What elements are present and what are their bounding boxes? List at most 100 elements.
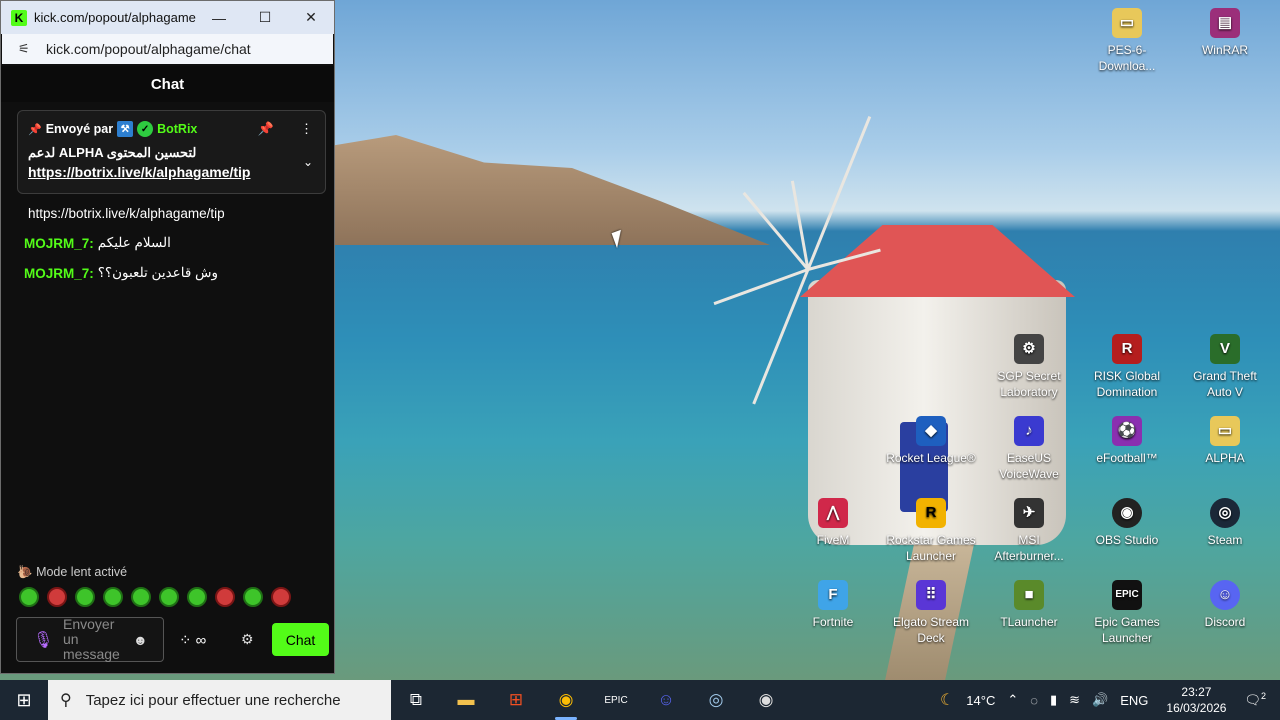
emote-icon[interactable] (131, 587, 151, 607)
emote-icon[interactable] (215, 587, 235, 607)
emote-icon[interactable] (103, 587, 123, 607)
usb-icon[interactable]: ▮ (1050, 692, 1057, 708)
window-titlebar[interactable]: K kick.com/popout/alphagame... — ☐ ✕ (1, 1, 334, 34)
volume-icon[interactable]: 🔊 (1092, 692, 1108, 708)
desktop-icon[interactable]: V Grand Theft Auto V (1180, 334, 1270, 400)
desktop-icon[interactable]: ◆ Rocket League® (886, 416, 976, 466)
chat-username[interactable]: MOJRM_7: (24, 266, 94, 281)
afterburner-icon: ✈ (1014, 498, 1044, 528)
more-options-icon[interactable]: ⋮ (300, 121, 313, 137)
pinned-message-link[interactable]: https://botrix.live/k/alphagame/tip (28, 164, 315, 180)
pin-icon: 📌 (28, 123, 42, 136)
bot-username[interactable]: BotRix (157, 122, 197, 136)
folder-icon: ▭ (1210, 416, 1240, 446)
fortnite-icon: F (818, 580, 848, 610)
address-bar[interactable]: ⚟ kick.com/popout/alphagame/chat (2, 34, 333, 64)
desktop-icon[interactable]: ▭ ALPHA (1180, 416, 1270, 466)
pinned-message[interactable]: 📌 Envoyé par ⚒ ✓ BotRix 📌 ⋮ لدعم ALPHA ل… (17, 110, 326, 194)
tray-app-icon[interactable]: ◌ (1030, 693, 1038, 708)
send-chat-button[interactable]: Chat (272, 623, 329, 656)
epic-games-icon[interactable]: EPIC (591, 680, 641, 720)
emote-icon[interactable] (159, 587, 179, 607)
emoji-picker-icon[interactable]: ☻ (133, 632, 148, 648)
chevron-down-icon[interactable]: ⌄ (303, 155, 313, 169)
pin-toggle-icon[interactable]: 📌 (258, 121, 274, 137)
maximize-icon[interactable]: ☐ (242, 1, 288, 34)
chat-text[interactable]: https://botrix.live/k/alphagame/tip (28, 206, 225, 221)
microphone-icon[interactable]: 🎙 (33, 630, 53, 650)
obs-taskbar-icon[interactable]: ◉ (741, 680, 791, 720)
chrome-icon[interactable]: ◉ (541, 680, 591, 720)
notifications-icon[interactable]: 🗨2 (1244, 691, 1266, 708)
steam-taskbar-icon[interactable]: ◎ (691, 680, 741, 720)
emote-bar (19, 587, 291, 607)
emote-icon[interactable] (243, 587, 263, 607)
date: 16/03/2026 (1166, 701, 1227, 715)
weather-moon-icon[interactable]: ☾ (940, 690, 954, 710)
desktop-icon[interactable]: ♪ EaseUS VoiceWave (984, 416, 1074, 482)
microsoft-store-icon[interactable]: ⊞ (491, 680, 541, 720)
desktop-icon[interactable]: ⋀ FiveM (788, 498, 878, 548)
system-tray: ☾ 14°C ⌃ ◌ ▮ ≋ 🔊 ENG 23:27 16/03/2026 🗨2 (934, 680, 1280, 720)
desktop-icon[interactable]: ⚙ SGP Secret Laboratory (984, 334, 1074, 400)
sent-by-label: Envoyé par (45, 122, 114, 136)
desktop-icon[interactable]: R Rockstar Games Launcher (886, 498, 976, 564)
windows-start-icon[interactable]: ⊞ (0, 680, 48, 720)
file-explorer-icon[interactable]: ▬ (441, 680, 491, 720)
wifi-icon[interactable]: ≋ (1069, 692, 1080, 708)
gear-icon[interactable]: ⚙ (241, 631, 254, 648)
desktop-icon[interactable]: ◉ OBS Studio (1082, 498, 1172, 548)
infinity-icon[interactable]: ∞ (196, 632, 207, 649)
search-placeholder: Tapez ici pour effectuer une recherche (85, 691, 341, 709)
tray-chevron-up-icon[interactable]: ⌃ (1007, 692, 1018, 708)
discord-taskbar-icon[interactable]: ☺ (641, 680, 691, 720)
taskbar: ⊞ ⚲ Tapez ici pour effectuer une recherc… (0, 680, 1280, 720)
chat-text: السلام عليكم (97, 235, 171, 250)
chat-username[interactable]: MOJRM_7: (24, 236, 94, 251)
desktop-icon[interactable]: R RISK Global Domination (1082, 334, 1172, 400)
scp-icon: ⚙ (1014, 334, 1044, 364)
desktop-icon[interactable]: ⚽ eFootball™ (1082, 416, 1172, 466)
coastal-hill (330, 135, 770, 245)
desktop-icon[interactable]: F Fortnite (788, 580, 878, 630)
desktop-icon[interactable]: ▤ WinRAR (1180, 8, 1270, 58)
emote-icon[interactable] (187, 587, 207, 607)
clock[interactable]: 23:27 16/03/2026 (1166, 684, 1226, 716)
kicks-icon[interactable]: ⁘ (179, 631, 192, 649)
task-view-icon[interactable]: ⧉ (391, 680, 441, 720)
chat-message-input[interactable]: 🎙 Envoyer un message ☻ (16, 617, 164, 662)
input-placeholder: Envoyer un message (63, 616, 120, 662)
emote-icon[interactable] (75, 587, 95, 607)
chat-message-list: https://botrix.live/k/alphagame/tip MOJR… (1, 194, 334, 288)
desktop-icon[interactable]: ▭ PES-6-Downloa... (1082, 8, 1172, 74)
language-indicator[interactable]: ENG (1120, 693, 1148, 708)
desktop-icon[interactable]: ⠿ Elgato Stream Deck (886, 580, 976, 646)
desktop-icon[interactable]: EPIC Epic Games Launcher (1082, 580, 1172, 646)
windmill-sail (790, 180, 810, 270)
risk-icon: R (1112, 334, 1142, 364)
epic-icon: EPIC (1112, 580, 1142, 610)
desktop-icon[interactable]: ■ TLauncher (984, 580, 1074, 630)
chat-message: MOJRM_7: وش قاعدين تلعبون؟؟ (24, 258, 334, 288)
site-settings-icon[interactable]: ⚟ (18, 41, 34, 57)
windmill-sail (752, 268, 810, 405)
temperature[interactable]: 14°C (966, 693, 995, 708)
pinned-message-text: لدعم ALPHA لتحسين المحتوى (28, 145, 197, 160)
chat-text: وش قاعدين تلعبون؟؟ (97, 265, 219, 280)
time: 23:27 (1181, 685, 1212, 699)
desktop-icon[interactable]: ✈ MSI Afterburner... (984, 498, 1074, 564)
close-icon[interactable]: ✕ (288, 1, 334, 34)
url-text[interactable]: kick.com/popout/alphagame/chat (46, 41, 251, 57)
folder-icon: ▭ (1112, 8, 1142, 38)
desktop-icon[interactable]: ☺ Discord (1180, 580, 1270, 630)
taskbar-search[interactable]: ⚲ Tapez ici pour effectuer une recherche (48, 680, 391, 720)
window-title: kick.com/popout/alphagame... (34, 10, 196, 25)
emote-icon[interactable] (19, 587, 39, 607)
emote-icon[interactable] (271, 587, 291, 607)
bot-badge-icon: ⚒ (117, 121, 134, 137)
minimize-icon[interactable]: — (196, 1, 242, 34)
gta-icon: V (1210, 334, 1240, 364)
chat-message: MOJRM_7: السلام عليكم (24, 228, 334, 258)
emote-icon[interactable] (47, 587, 67, 607)
desktop-icon[interactable]: ◎ Steam (1180, 498, 1270, 548)
